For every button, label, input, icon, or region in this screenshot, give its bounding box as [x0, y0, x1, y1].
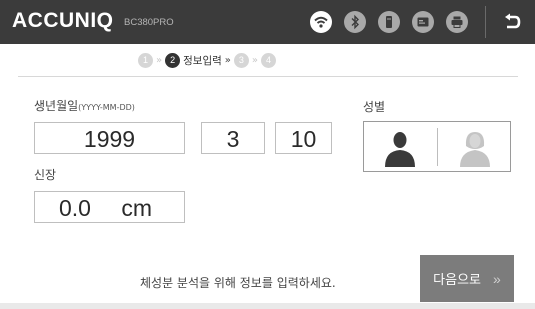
card-icon[interactable] — [412, 11, 434, 33]
gender-divider — [437, 128, 438, 166]
step-1: 1 — [138, 53, 153, 68]
next-button-label: 다음으로 — [433, 272, 482, 287]
height-unit: cm — [121, 195, 153, 221]
female-option[interactable] — [456, 129, 494, 167]
bottom-strip — [0, 303, 535, 309]
usb-icon-graphic — [386, 16, 392, 28]
printer-icon[interactable] — [446, 11, 468, 33]
active-step-label: 정보입력 — [183, 55, 222, 67]
birth-month-field[interactable]: 3 — [201, 122, 265, 154]
step-separator: » — [224, 55, 231, 66]
gender-selector — [363, 121, 511, 172]
return-icon — [505, 13, 521, 29]
height-value: 0.0 — [59, 195, 91, 221]
step-2-active: 2 — [165, 53, 181, 68]
step-list: 1 » 2 정보입력 » 3 » 4 — [138, 52, 277, 69]
header-divider — [485, 6, 486, 38]
height-label: 신장 — [34, 168, 57, 182]
back-button[interactable] — [493, 5, 531, 39]
gender-label: 성별 — [363, 100, 386, 114]
birth-day-field[interactable]: 10 — [275, 122, 332, 154]
height-field[interactable]: 0.0 cm — [34, 191, 185, 223]
step-divider — [18, 76, 518, 77]
instruction-message: 체성분 분석을 위해 정보를 입력하세요. — [140, 276, 336, 290]
female-icon — [460, 132, 490, 167]
card-icon-graphic — [417, 17, 429, 27]
usb-icon[interactable] — [378, 11, 400, 33]
birth-date-format: (YYYY-MM-DD) — [78, 103, 135, 112]
step-4: 4 — [261, 53, 277, 68]
wifi-icon[interactable] — [310, 11, 332, 33]
step-3: 3 — [233, 53, 249, 68]
step-separator: » — [156, 55, 163, 66]
chevron-right-icon: » — [493, 270, 501, 287]
birth-date-label: 생년월일(YYYY-MM-DD) — [34, 97, 135, 114]
model-name: BC380PRO — [124, 17, 174, 28]
brand-logo: ACCUNIQ — [12, 9, 114, 32]
step-indicator: 1 » 2 정보입력 » 3 » 4 — [0, 45, 535, 76]
next-button[interactable]: 다음으로 » — [420, 255, 514, 302]
bluetooth-icon-graphic — [351, 14, 359, 30]
birth-date-label-text: 생년월일 — [34, 99, 79, 113]
wifi-icon-graphic — [314, 16, 328, 28]
step-separator: » — [251, 55, 259, 66]
birth-year-field[interactable]: 1999 — [34, 122, 185, 154]
male-icon — [385, 132, 415, 167]
printer-icon-graphic — [451, 16, 463, 28]
top-bar: ACCUNIQ BC380PRO — [0, 0, 535, 44]
bluetooth-icon[interactable] — [344, 11, 366, 33]
male-option[interactable] — [381, 129, 419, 167]
